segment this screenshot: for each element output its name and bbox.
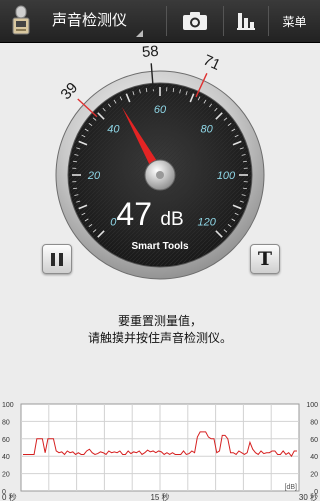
gauge-marker-label: 58: [141, 43, 159, 61]
bar-chart-icon: [236, 13, 255, 30]
hint-line-2: 请触摸并按住声音检测仪。: [87, 331, 232, 345]
menu-button[interactable]: 菜单: [269, 0, 320, 42]
camera-button[interactable]: [167, 0, 223, 42]
x-tick-label: 0 秒: [2, 492, 17, 501]
decibel-value: 47: [116, 196, 152, 232]
gauge-scale-label: 80: [201, 123, 214, 135]
title-dropdown-caret: [136, 30, 143, 37]
gauge-scale-label: 100: [217, 170, 236, 182]
gauge-scale-label: 40: [107, 123, 120, 135]
theme-label: T: [257, 248, 273, 270]
gauge-scale-label: 60: [154, 104, 167, 116]
x-tick-label: 15 秒: [150, 492, 169, 501]
unit-label: [dB]: [285, 484, 298, 491]
y-tick-label: 100: [306, 402, 318, 409]
y-tick-label: 40: [310, 454, 318, 461]
x-tick-label: 30 秒: [299, 492, 318, 501]
theme-button[interactable]: T: [250, 244, 280, 274]
y-tick-label: 20: [310, 472, 318, 479]
menu-label: 菜单: [282, 14, 307, 29]
y-tick-label: 80: [2, 419, 10, 426]
gauge-scale-label: 120: [197, 217, 216, 229]
decibel-history-chart: 100 10080 8060 6040 4020 200 0 [dB] 0 秒 15 秒 30 …: [2, 402, 318, 501]
gauge-marker-label: 71: [201, 52, 223, 74]
y-tick-label: 60: [310, 437, 318, 444]
y-tick-label: 40: [2, 454, 10, 461]
pause-button[interactable]: [42, 244, 72, 274]
camera-icon: [183, 12, 207, 30]
decibel-unit: dB: [160, 209, 183, 230]
y-tick-label: 80: [310, 419, 318, 426]
microphone-icon[interactable]: [6, 4, 36, 38]
hint-line-1: 要重置测量值，: [117, 314, 202, 328]
gauge-scale-label: 20: [87, 170, 101, 182]
y-tick-label: 100: [2, 402, 14, 409]
y-tick-label: 20: [2, 472, 10, 479]
brand-label: Smart Tools: [131, 241, 188, 252]
action-bar: 声音检测仪 菜单: [0, 0, 320, 43]
y-tick-label: 60: [2, 437, 10, 444]
statistics-button[interactable]: [224, 0, 267, 42]
app-title[interactable]: 声音检测仪: [52, 10, 127, 30]
pause-icon: [51, 252, 55, 266]
